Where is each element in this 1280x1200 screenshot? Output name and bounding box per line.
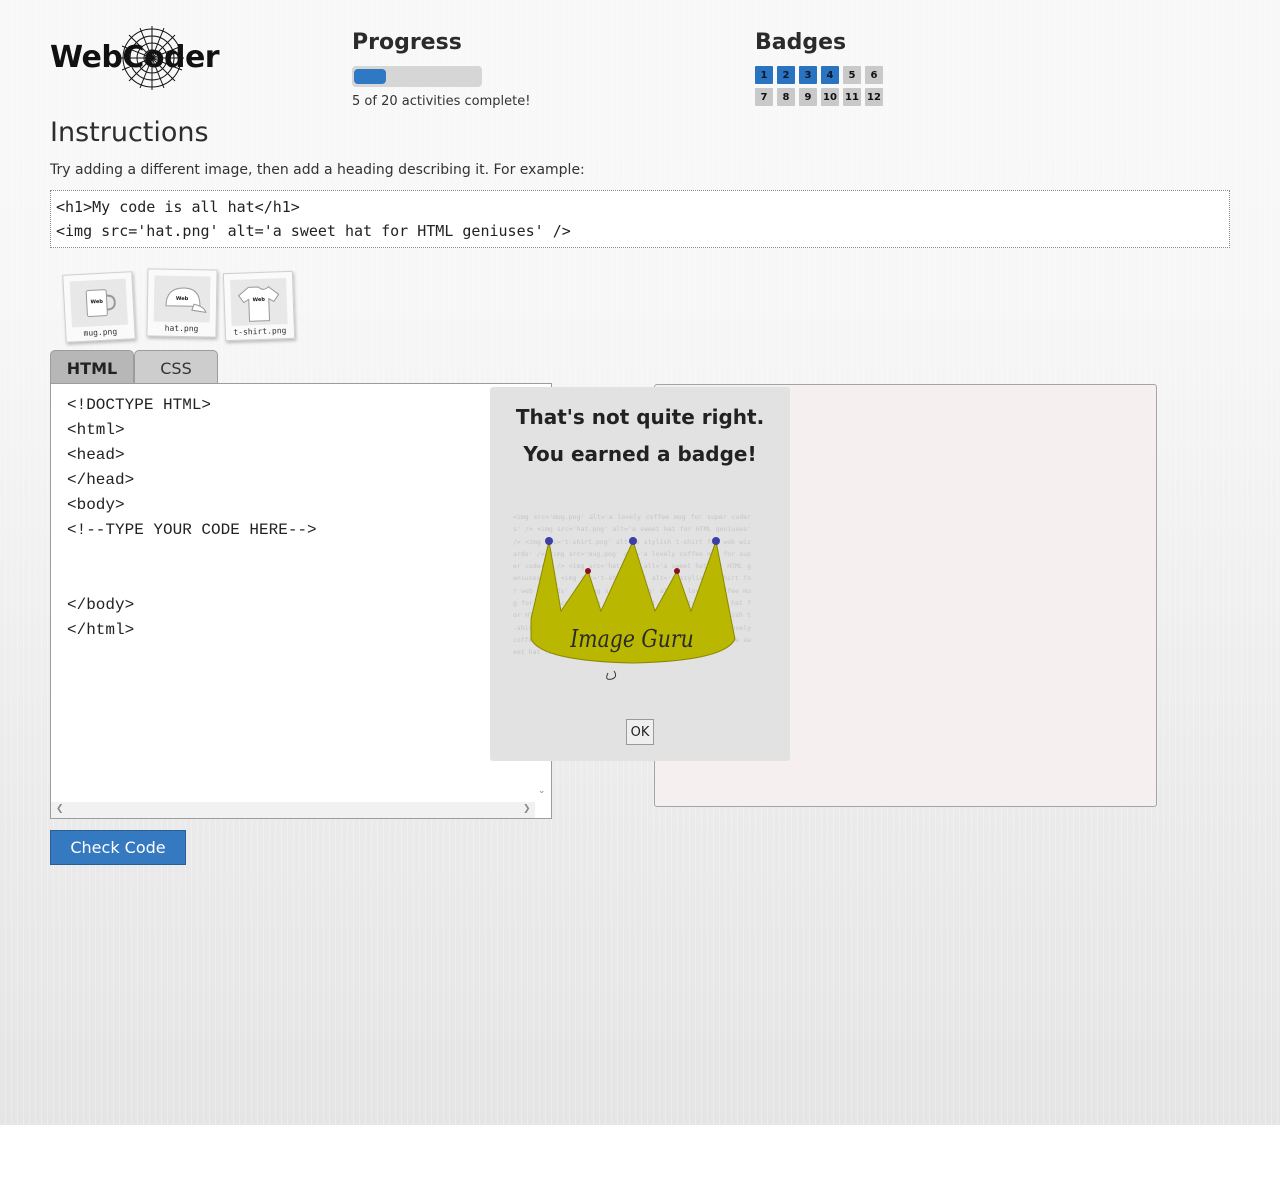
example-code-line: <h1>My code is all hat</h1> [56, 198, 300, 216]
badge-title: Image Guru [570, 625, 694, 653]
badge-image: <img src='mug.png' alt='a lovely coffee … [513, 511, 751, 707]
instructions-text: Try adding a different image, then add a… [50, 162, 585, 178]
badge-2[interactable]: 2 [777, 66, 795, 84]
badge-7[interactable]: 7 [755, 88, 773, 106]
badge-4[interactable]: 4 [821, 66, 839, 84]
svg-text:Web: Web [90, 299, 103, 306]
badge-12[interactable]: 12 [865, 88, 883, 106]
progress-status: 5 of 20 activities complete! [352, 94, 531, 109]
badge-3[interactable]: 3 [799, 66, 817, 84]
badge-9[interactable]: 9 [799, 88, 817, 106]
code-line: <head> [67, 446, 125, 464]
image-thumb-tshirt[interactable]: Web t-shirt.png [222, 270, 296, 342]
check-code-button[interactable]: Check Code [50, 830, 186, 865]
scroll-left-icon[interactable]: ❮ [56, 804, 64, 814]
webcoder-logo[interactable]: WebCoder [50, 26, 220, 92]
tshirt-icon: Web [230, 278, 288, 326]
progress-bar [352, 66, 482, 87]
badges-title: Badges [755, 30, 847, 55]
code-line: </head> [67, 471, 135, 489]
badge-5[interactable]: 5 [843, 66, 861, 84]
tab-html[interactable]: HTML [50, 350, 134, 385]
code-line: <!DOCTYPE HTML> [67, 396, 212, 414]
logo-wordmark: WebCoder [50, 40, 220, 75]
scroll-down-icon[interactable]: ⌄ [538, 786, 546, 796]
mug-icon: Web [69, 278, 128, 328]
code-line: <html> [67, 421, 125, 439]
example-code-box: <h1>My code is all hat</h1> <img src='ha… [50, 190, 1230, 248]
horizontal-scrollbar[interactable]: ❮ ❯ [51, 802, 535, 818]
badge-modal: That's not quite right. You earned a bad… [490, 387, 790, 761]
code-editor[interactable]: <!DOCTYPE HTML> <html> <head> </head> <b… [50, 383, 552, 819]
image-thumb-label: t-shirt.png [233, 326, 287, 337]
svg-text:Web: Web [176, 296, 189, 302]
modal-message: That's not quite right. [515, 405, 765, 429]
badge-10[interactable]: 10 [821, 88, 839, 106]
instructions-title: Instructions [50, 117, 209, 148]
badge-1[interactable]: 1 [755, 66, 773, 84]
image-thumb-mug[interactable]: Web mug.png [62, 271, 136, 343]
tab-css[interactable]: CSS [134, 350, 218, 385]
image-thumb-label: mug.png [83, 327, 118, 338]
code-line: <body> [67, 496, 125, 514]
badge-11[interactable]: 11 [843, 88, 861, 106]
hat-icon: Web [153, 275, 211, 323]
image-thumb-hat[interactable]: Web hat.png [146, 268, 218, 338]
progress-title: Progress [352, 30, 462, 55]
svg-text:Web: Web [253, 297, 266, 303]
image-thumb-label: hat.png [164, 323, 199, 334]
page-bottom-margin [0, 1125, 1280, 1200]
badge-6[interactable]: 6 [865, 66, 883, 84]
scroll-right-icon[interactable]: ❯ [523, 804, 531, 814]
example-code-line: <img src='hat.png' alt='a sweet hat for … [56, 222, 571, 240]
ok-button[interactable]: OK [626, 719, 654, 745]
modal-badge-message: You earned a badge! [523, 442, 757, 466]
crown-icon [530, 537, 736, 680]
code-line: </html> [67, 621, 135, 639]
badge-8[interactable]: 8 [777, 88, 795, 106]
progress-bar-fill [354, 69, 386, 84]
code-line: <!--TYPE YOUR CODE HERE--> [67, 521, 317, 539]
code-line: </body> [67, 596, 135, 614]
